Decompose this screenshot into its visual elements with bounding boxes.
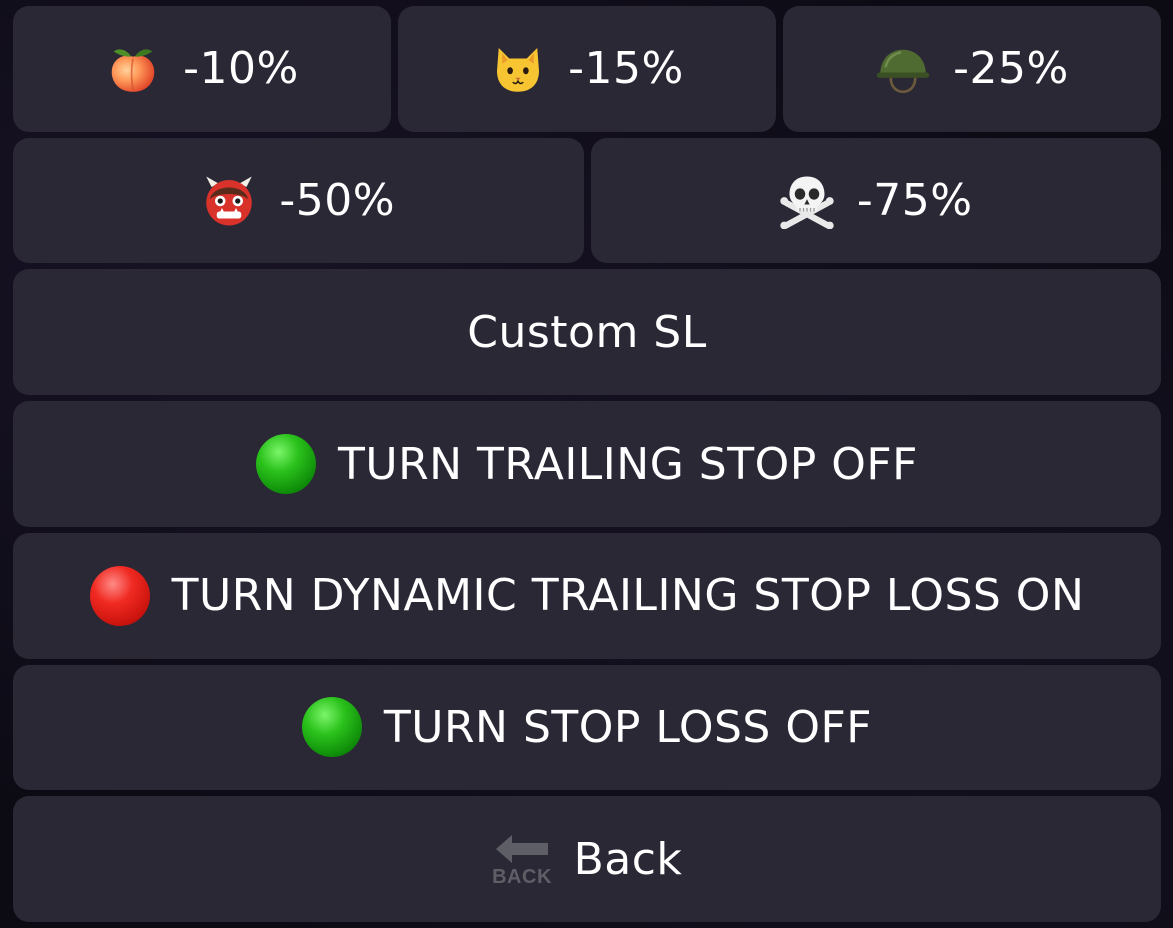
sl-10-button[interactable]: -10% <box>13 6 391 132</box>
sl-10-label: -10% <box>183 43 299 95</box>
dynamic-trailing-toggle-button[interactable]: TURN DYNAMIC TRAILING STOP LOSS ON <box>13 532 1161 659</box>
stop-loss-toggle-button[interactable]: TURN STOP LOSS OFF <box>13 664 1161 791</box>
trailing-stop-toggle-button[interactable]: TURN TRAILING STOP OFF <box>13 401 1161 527</box>
back-label: Back <box>573 833 683 885</box>
skull-crossbones-icon <box>779 173 835 229</box>
keyboard-row-5: TURN DYNAMIC TRAILING STOP LOSS ON <box>13 532 1161 659</box>
trailing-stop-label: TURN TRAILING STOP OFF <box>338 438 918 490</box>
keyboard-row-7: BACK Back <box>13 796 1161 923</box>
ogre-icon <box>201 173 257 229</box>
dynamic-trailing-label: TURN DYNAMIC TRAILING STOP LOSS ON <box>171 570 1085 622</box>
keyboard-row-4: TURN TRAILING STOP OFF <box>13 401 1161 527</box>
red-circle-icon <box>89 565 150 626</box>
peach-icon <box>105 41 161 97</box>
inline-keyboard: -10% -15% -25% -50% -75% Custom SL TURN … <box>0 0 1173 928</box>
custom-sl-button[interactable]: Custom SL <box>13 269 1161 396</box>
sl-50-label: -50% <box>279 175 396 227</box>
sl-25-label: -25% <box>953 43 1069 95</box>
sl-50-button[interactable]: -50% <box>13 137 584 264</box>
back-arrow-icon: BACK <box>492 831 552 887</box>
sl-75-label: -75% <box>856 175 973 227</box>
green-circle-icon <box>256 434 316 495</box>
cat-icon <box>490 41 546 97</box>
keyboard-row-1: -10% -15% -25% <box>13 6 1161 132</box>
back-button[interactable]: BACK Back <box>13 796 1161 923</box>
keyboard-row-6: TURN STOP LOSS OFF <box>13 664 1161 791</box>
sl-75-button[interactable]: -75% <box>590 137 1161 264</box>
stop-loss-label: TURN STOP LOSS OFF <box>383 701 873 753</box>
custom-sl-label: Custom SL <box>467 306 707 358</box>
military-helmet-icon <box>875 41 931 97</box>
sl-15-button[interactable]: -15% <box>398 6 776 132</box>
keyboard-row-2: -50% -75% <box>13 137 1161 264</box>
keyboard-row-3: Custom SL <box>13 269 1161 396</box>
sl-15-label: -15% <box>568 43 684 95</box>
green-circle-icon <box>301 697 362 758</box>
back-icon-text: BACK <box>492 866 552 887</box>
sl-25-button[interactable]: -25% <box>783 6 1161 132</box>
